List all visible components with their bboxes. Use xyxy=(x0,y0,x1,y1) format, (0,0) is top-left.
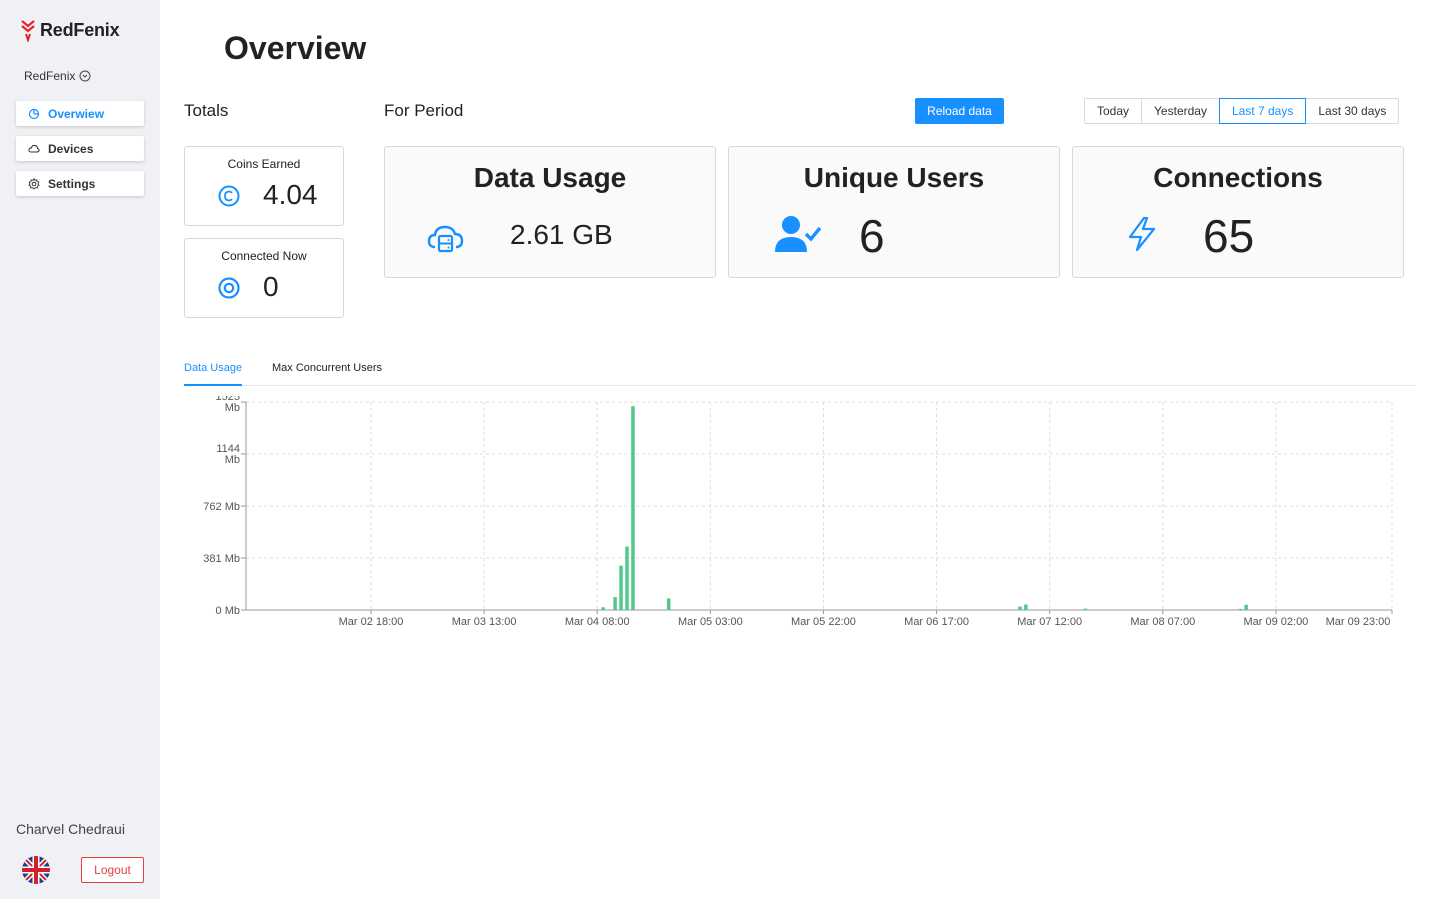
chart-bar xyxy=(1083,608,1088,610)
org-name: RedFenix xyxy=(24,69,76,83)
gear-icon xyxy=(28,177,40,190)
x-tick-label: Mar 05 22:00 xyxy=(791,616,856,628)
chart-bar xyxy=(666,598,671,610)
coins-earned-label: Coins Earned xyxy=(227,157,301,171)
unique-users-value: 6 xyxy=(859,210,885,262)
y-tick-label: 762 Mb xyxy=(203,501,240,513)
uk-flag-icon[interactable] xyxy=(22,856,50,884)
x-tick-label: Mar 09 23:00 xyxy=(1326,616,1391,628)
tab-max-concurrent-users[interactable]: Max Concurrent Users xyxy=(272,362,382,386)
period-today-button[interactable]: Today xyxy=(1084,98,1143,124)
coins-earned-value: 4.04 xyxy=(263,179,318,210)
chart-bar xyxy=(625,546,629,610)
period-last-30-days-button[interactable]: Last 30 days xyxy=(1306,98,1400,124)
chart-tabs: Data Usage Max Concurrent Users xyxy=(184,360,1416,386)
sidebar-item-label: Overwiew xyxy=(48,106,105,121)
sidebar: RedFenix RedFenix Overwiew Devices Setti… xyxy=(0,0,160,899)
connections-value: 65 xyxy=(1203,210,1255,262)
chart-bar xyxy=(601,607,605,610)
target-icon xyxy=(218,277,240,299)
y-tick-label: 381 Mb xyxy=(203,553,240,565)
data-usage-value: 2.61 GB xyxy=(510,219,613,250)
cloud-icon xyxy=(28,144,40,152)
sidebar-nav: Overwiew Devices Settings xyxy=(16,101,144,206)
connected-now-value: 0 xyxy=(263,271,279,302)
x-tick-label: Mar 02 18:00 xyxy=(339,616,404,628)
chart-bar xyxy=(613,597,617,610)
chart-bar xyxy=(1018,606,1022,610)
data-usage-title: Data Usage xyxy=(473,162,627,193)
x-tick-label: Mar 04 08:00 xyxy=(565,616,630,628)
unique-users-title: Unique Users xyxy=(803,162,985,193)
pie-chart-icon xyxy=(28,108,40,119)
cloud-server-icon xyxy=(427,225,464,253)
chart-bar xyxy=(1244,604,1248,610)
x-tick-label: Mar 08 07:00 xyxy=(1130,616,1195,628)
chart-bar xyxy=(619,565,623,610)
logout-button[interactable]: Logout xyxy=(81,857,144,883)
lightning-icon xyxy=(1128,217,1156,251)
app-logo[interactable]: RedFenix xyxy=(20,18,120,42)
connections-title: Connections xyxy=(1153,162,1323,193)
x-tick-label: Mar 09 02:00 xyxy=(1243,616,1308,628)
x-tick-label: Mar 06 17:00 xyxy=(904,616,969,628)
y-tick-label: 1144 Mb xyxy=(216,443,240,466)
copyright-coin-icon xyxy=(218,185,240,207)
page-title: Overview xyxy=(224,30,367,66)
chevron-circle-icon xyxy=(79,70,91,82)
chart-bar xyxy=(631,406,635,610)
redfenix-logo-icon xyxy=(21,20,35,42)
connections-card: Connections 65 xyxy=(1072,146,1404,278)
x-tick-label: Mar 05 03:00 xyxy=(678,616,743,628)
coins-earned-card: Coins Earned 4.04 xyxy=(184,146,344,226)
user-check-icon xyxy=(775,216,821,252)
period-selector: Today Yesterday Last 7 days Last 30 days xyxy=(1084,98,1400,124)
period-last-7-days-button[interactable]: Last 7 days xyxy=(1218,98,1307,124)
app-name: RedFenix xyxy=(40,19,120,40)
period-yesterday-button[interactable]: Yesterday xyxy=(1142,98,1220,124)
connected-now-label: Connected Now xyxy=(221,249,307,263)
sidebar-item-settings[interactable]: Settings xyxy=(16,171,144,196)
user-name: Charvel Chedraui xyxy=(16,821,125,837)
sidebar-item-label: Devices xyxy=(48,141,94,156)
totals-heading: Totals xyxy=(184,101,229,120)
x-tick-label: Mar 07 12:00 xyxy=(1017,616,1082,628)
data-usage-card: Data Usage 2.61 GB xyxy=(384,146,716,278)
y-tick-label: 1525 Mb xyxy=(216,396,240,414)
period-heading: For Period xyxy=(384,101,464,120)
tab-data-usage[interactable]: Data Usage xyxy=(184,362,243,386)
y-tick-label: 0 Mb xyxy=(216,605,240,617)
data-usage-chart: 0 Mb 381 Mb 762 Mb 1144 Mb 1525 Mb Mar 02 18:00… xyxy=(203,396,1393,628)
sidebar-item-devices[interactable]: Devices xyxy=(16,136,144,161)
reload-data-button[interactable]: Reload data xyxy=(915,98,1004,124)
sidebar-item-label: Settings xyxy=(48,176,96,191)
chart-bar xyxy=(1024,604,1028,610)
connected-now-card: Connected Now 0 xyxy=(184,238,344,318)
chart-bar xyxy=(1238,608,1242,610)
unique-users-card: Unique Users 6 xyxy=(728,146,1060,278)
x-tick-label: Mar 03 13:00 xyxy=(452,616,517,628)
sidebar-item-overview[interactable]: Overwiew xyxy=(16,101,144,126)
org-selector[interactable]: RedFenix xyxy=(24,69,91,83)
